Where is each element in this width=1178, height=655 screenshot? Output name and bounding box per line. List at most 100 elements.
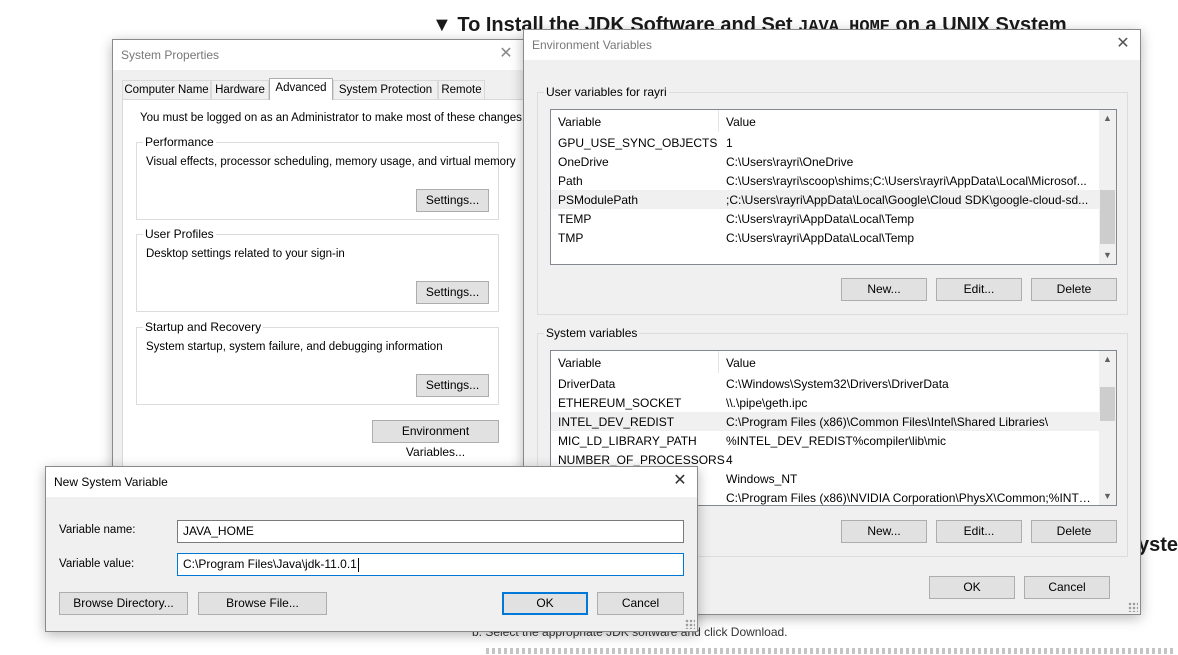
variable-name-cell: PSModulePath	[558, 193, 639, 207]
user-profiles-group: User Profiles Desktop settings related t…	[136, 227, 499, 312]
vertical-scrollbar[interactable]: ▲ ▼	[1099, 110, 1116, 264]
user-delete-button[interactable]: Delete	[1031, 278, 1117, 301]
variable-name-cell: ETHEREUM_SOCKET	[558, 396, 682, 410]
user-profiles-label: User Profiles	[143, 227, 216, 241]
startup-recovery-description: System startup, system failure, and debu…	[146, 341, 443, 353]
system-variables-label: System variables	[544, 326, 640, 340]
variable-value-cell: 4	[726, 453, 733, 467]
variable-value-cell: ;C:\Users\rayri\AppData\Local\Google\Clo…	[726, 193, 1089, 207]
variable-value-cell: \\.\pipe\geth.ipc	[726, 396, 808, 410]
table-row[interactable]: TEMP C:\Users\rayri\AppData\Local\Temp	[551, 209, 1099, 228]
variable-value-cell: C:\Users\rayri\AppData\Local\Temp	[726, 231, 915, 245]
close-icon[interactable]: ✕	[497, 44, 515, 64]
variable-name-cell: GPU_USE_SYNC_OBJECTS	[558, 136, 718, 150]
table-row[interactable]: OneDrive C:\Users\rayri\OneDrive	[551, 152, 1099, 171]
column-variable[interactable]: Variable	[558, 356, 601, 370]
variable-name-cell: Path	[558, 174, 583, 188]
tab-computer-name[interactable]: Computer Name	[122, 80, 211, 99]
env-ok-button[interactable]: OK	[929, 576, 1015, 599]
variable-name-cell: OneDrive	[558, 155, 609, 169]
variable-name-cell: INTEL_DEV_REDIST	[558, 415, 675, 429]
column-value[interactable]: Value	[726, 115, 756, 129]
variable-name-field[interactable]: JAVA_HOME	[177, 520, 684, 543]
startup-recovery-settings-button[interactable]: Settings...	[416, 374, 489, 397]
system-edit-button[interactable]: Edit...	[936, 520, 1022, 543]
user-variables-list[interactable]: Variable Value GPU_USE_SYNC_OBJECTS 1 OneD…	[550, 109, 1117, 265]
close-icon[interactable]: ✕	[671, 471, 689, 491]
variable-name-cell: TMP	[558, 231, 584, 245]
advanced-tab-page: You must be logged on as an Administrato…	[122, 99, 541, 499]
tab-system-protection[interactable]: System Protection	[333, 80, 438, 99]
env-cancel-button[interactable]: Cancel	[1024, 576, 1110, 599]
table-row[interactable]: TMP C:\Users\rayri\AppData\Local\Temp	[551, 228, 1099, 247]
tab-hardware[interactable]: Hardware	[211, 80, 269, 99]
system-delete-button[interactable]: Delete	[1031, 520, 1117, 543]
tab-advanced[interactable]: Advanced	[269, 78, 333, 100]
variable-value-text: C:\Program Files\Java\jdk-11.0.1	[183, 557, 357, 571]
variable-value-cell: C:\Windows\System32\Drivers\DriverData	[726, 377, 949, 391]
column-value[interactable]: Value	[726, 356, 756, 370]
browse-file-button[interactable]: Browse File...	[198, 592, 327, 615]
background-text-line	[486, 648, 1176, 654]
variable-name-cell: TEMP	[558, 212, 592, 226]
performance-settings-button[interactable]: Settings...	[416, 189, 489, 212]
variable-name-cell: MIC_LD_LIBRARY_PATH	[558, 434, 697, 448]
performance-group: Performance Visual effects, processor sc…	[136, 135, 516, 220]
variable-value-label: Variable value:	[59, 558, 135, 570]
window-title: Environment Variables	[532, 38, 652, 52]
chevron-down-icon[interactable]: ▼	[1099, 488, 1116, 505]
variable-value-cell: C:\Users\rayri\AppData\Local\Temp	[726, 212, 915, 226]
variable-value-field[interactable]: C:\Program Files\Java\jdk-11.0.1	[177, 553, 684, 576]
text-caret	[357, 557, 359, 572]
admin-note: You must be logged on as an Administrato…	[140, 112, 526, 124]
variable-value-cell: C:\Program Files (x86)\Common Files\Inte…	[726, 415, 1049, 429]
table-row[interactable]: Path C:\Users\rayri\scoop\shims;C:\Users\…	[551, 171, 1099, 190]
user-new-button[interactable]: New...	[841, 278, 927, 301]
table-row[interactable]: GPU_USE_SYNC_OBJECTS 1	[551, 133, 1099, 152]
titlebar: System Properties ✕	[113, 40, 523, 70]
chevron-up-icon[interactable]: ▲	[1099, 110, 1116, 127]
chevron-up-icon[interactable]: ▲	[1099, 351, 1116, 368]
background-fragment: yster	[1138, 534, 1178, 556]
user-profiles-settings-button[interactable]: Settings...	[416, 281, 489, 304]
browse-directory-button[interactable]: Browse Directory...	[59, 592, 188, 615]
table-row[interactable]: DriverData C:\Windows\System32\Drivers\Dr…	[551, 374, 1099, 393]
resize-grip-icon[interactable]	[685, 619, 695, 629]
table-row[interactable]: ETHEREUM_SOCKET \\.\pipe\geth.ipc	[551, 393, 1099, 412]
tab-remote[interactable]: Remote	[438, 80, 485, 99]
user-edit-button[interactable]: Edit...	[936, 278, 1022, 301]
startup-recovery-group: Startup and Recovery System startup, sys…	[136, 320, 499, 405]
variable-name-label: Variable name:	[59, 524, 136, 536]
resize-grip-icon[interactable]	[1128, 602, 1138, 612]
variable-value-cell: Windows_NT	[726, 472, 798, 486]
window-title: System Properties	[121, 48, 220, 62]
variable-value-cell: 1	[726, 136, 733, 150]
variable-value-cell: C:\Users\rayri\OneDrive	[726, 155, 854, 169]
variable-value-cell: C:\Program Files (x86)\NVIDIA Corporatio…	[726, 491, 1096, 505]
titlebar: Environment Variables ✕	[524, 30, 1140, 60]
new-var-ok-button[interactable]: OK	[502, 592, 588, 615]
startup-recovery-label: Startup and Recovery	[143, 320, 264, 334]
scroll-thumb[interactable]	[1100, 387, 1115, 421]
variable-name-cell: NUMBER_OF_PROCESSORS	[558, 453, 725, 467]
new-var-cancel-button[interactable]: Cancel	[597, 592, 684, 615]
column-variable[interactable]: Variable	[558, 115, 601, 129]
list-header: Variable Value	[551, 351, 1116, 373]
performance-description: Visual effects, processor scheduling, me…	[146, 156, 516, 168]
table-row[interactable]: PSModulePath ;C:\Users\rayri\AppData\Loca…	[551, 190, 1099, 209]
table-row[interactable]: MIC_LD_LIBRARY_PATH %INTEL_DEV_REDIST%com…	[551, 431, 1099, 450]
system-properties-window: System Properties ✕ Computer Name Hardwa…	[112, 39, 541, 499]
vertical-scrollbar[interactable]: ▲ ▼	[1099, 351, 1116, 505]
titlebar: New System Variable ✕	[46, 467, 697, 497]
performance-label: Performance	[143, 135, 216, 149]
close-icon[interactable]: ✕	[1114, 34, 1132, 54]
variable-value-cell: C:\Users\rayri\scoop\shims;C:\Users\rayr…	[726, 174, 1087, 188]
environment-variables-button[interactable]: Environment Variables...	[372, 420, 499, 459]
table-row[interactable]: INTEL_DEV_REDIST C:\Program Files (x86)\C…	[551, 412, 1099, 431]
user-variables-group: User variables for rayri Variable Value …	[537, 85, 1128, 315]
scroll-thumb[interactable]	[1100, 190, 1115, 244]
system-new-button[interactable]: New...	[841, 520, 927, 543]
chevron-down-icon[interactable]: ▼	[1099, 247, 1116, 264]
user-profiles-description: Desktop settings related to your sign-in	[146, 248, 345, 260]
variable-name-cell: DriverData	[558, 377, 616, 391]
